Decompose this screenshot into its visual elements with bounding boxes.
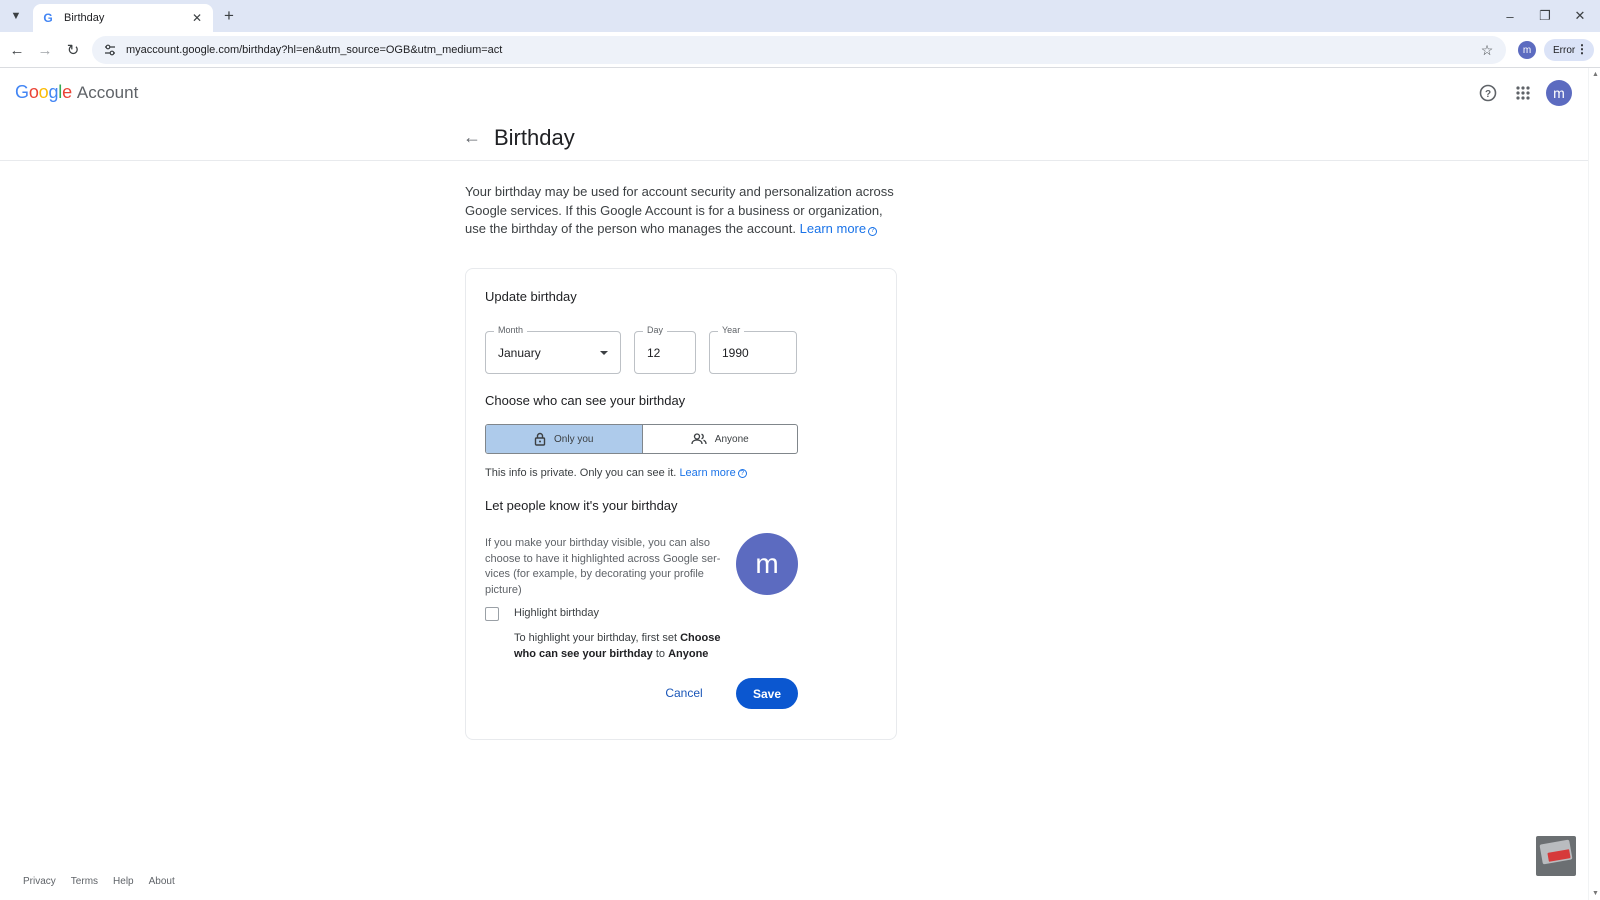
card-title: Update birthday [485,289,577,304]
people-icon [691,433,707,445]
svg-text:?: ? [1485,89,1491,100]
day-input[interactable]: Day 12 [634,325,696,374]
forward-icon[interactable]: → [34,39,56,61]
anyone-label: Anyone [714,433,749,445]
page-scrollbar[interactable]: ▲ ▼ [1588,68,1600,900]
browser-profile-avatar[interactable]: m [1518,41,1536,59]
year-label: Year [718,325,745,335]
day-label: Day [643,325,668,335]
browser-tab-bar: ▼ G Birthday ✕ + – ❐ ✕ [0,0,1600,32]
highlight-explanation: If you make your birthday visible, you c… [485,537,721,596]
error-menu-button[interactable]: Error ⋮ [1544,39,1594,61]
info-icon: ? [868,226,878,236]
learn-more-link[interactable]: Learn more? [799,221,878,237]
day-value: 12 [647,346,661,360]
month-select[interactable]: Month January [485,325,621,374]
update-birthday-card: Update birthday Month January Day 12 Yea… [465,268,897,740]
tab-search-chevron-icon[interactable]: ▼ [6,6,26,26]
month-value: January [498,346,541,360]
save-button[interactable]: Save [736,678,798,709]
year-input[interactable]: Year 1990 [709,325,797,374]
private-note-text: This info is private. Only you can see i… [485,467,677,479]
back-icon[interactable]: ← [6,39,28,61]
error-label: Error [1553,44,1576,56]
footer-link-terms[interactable]: Terms [71,876,98,887]
footer-link-help[interactable]: Help [113,876,134,887]
google-account-logo[interactable]: Google Account [15,82,138,103]
google-favicon-icon: G [43,11,53,25]
restore-icon[interactable]: ❐ [1532,5,1558,27]
page-content: Google Account ? m ← Birthday Your birth… [0,68,1588,900]
url-text: myaccount.google.com/birthday?hl=en&utm_… [126,44,503,56]
private-learn-more-link[interactable]: Learn more? [679,467,747,479]
new-tab-plus-icon[interactable]: + [219,6,239,26]
footer-links: Privacy Terms Help About [23,876,190,887]
highlight-help-text: To highlight your birthday, first set Ch… [514,631,734,662]
header-divider [0,160,1588,161]
profile-avatar-preview: m [736,533,798,595]
kebab-menu-icon: ⋮ [1576,42,1588,56]
lock-icon [534,432,546,446]
tab-title: Birthday [64,12,105,24]
highlight-heading: Let people know it's your birthday [485,498,678,513]
only-you-label: Only you [554,433,594,445]
month-label: Month [494,325,528,335]
scroll-down-icon[interactable]: ▼ [1592,890,1599,897]
highlight-birthday-checkbox[interactable] [485,607,499,621]
reload-icon[interactable]: ↻ [62,39,84,61]
account-avatar[interactable]: m [1546,80,1572,106]
help-mid: to [655,647,666,660]
google-wordmark: Google [15,82,72,102]
video-thumbnail-overlay [1536,836,1576,876]
private-note: This info is private. Only you can see i… [485,467,747,479]
learn-more-label: Learn more [799,221,867,237]
private-learn-more-label: Learn more [679,467,736,479]
window-close-icon[interactable]: ✕ [1567,5,1593,27]
only-you-option[interactable]: Only you [486,425,642,453]
site-info-icon[interactable] [96,36,124,64]
highlight-birthday-label: Highlight birthday [514,607,599,619]
back-arrow-icon[interactable]: ← [462,127,482,147]
intro-text: Your birthday may be used for account se… [465,183,901,239]
bookmark-star-icon[interactable]: ☆ [1478,41,1496,59]
address-bar[interactable]: myaccount.google.com/birthday?hl=en&utm_… [92,36,1506,64]
cancel-button[interactable]: Cancel [659,678,709,708]
minimize-icon[interactable]: – [1497,5,1523,27]
help-prefix: To highlight your birthday, first set [514,632,678,644]
logo-account-text: Account [76,83,139,102]
visibility-toggle: Only you Anyone [485,424,798,454]
year-value: 1990 [722,346,749,360]
apps-grid-icon[interactable] [1511,81,1535,105]
help-icon[interactable]: ? [1476,81,1500,105]
help-bold-anyone: Anyone [668,647,709,660]
footer-link-privacy[interactable]: Privacy [23,876,56,887]
browser-tab[interactable]: G Birthday ✕ [33,4,213,32]
footer-link-about[interactable]: About [149,876,175,887]
page-title: Birthday [494,125,575,150]
browser-toolbar: ← → ↻ myaccount.google.com/birthday?hl=e… [0,32,1600,68]
dropdown-caret-icon [600,351,608,355]
anyone-option[interactable]: Anyone [641,425,798,453]
visibility-heading: Choose who can see your birthday [485,393,686,408]
scroll-up-icon[interactable]: ▲ [1592,71,1599,78]
tab-close-icon[interactable]: ✕ [189,10,205,26]
info-icon: ? [737,469,747,478]
